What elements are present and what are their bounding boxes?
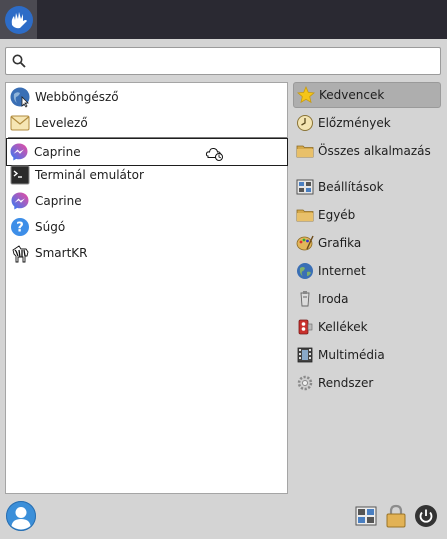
list-item-label: SmartKR xyxy=(35,246,88,260)
help-icon: ? xyxy=(9,216,31,238)
category-internet[interactable]: Internet xyxy=(293,258,441,284)
category-label: Beállítások xyxy=(318,180,384,194)
search-input[interactable] xyxy=(32,51,432,71)
list-item-label: Terminál emulátor xyxy=(35,168,144,182)
category-kedvencek[interactable]: Kedvencek xyxy=(293,82,441,108)
settings-manager-button[interactable] xyxy=(354,504,378,528)
list-item-label: Caprine xyxy=(35,194,82,208)
power-icon xyxy=(415,505,437,527)
category-label: Egyéb xyxy=(318,208,356,222)
lock-icon xyxy=(386,504,406,528)
zebra-icon xyxy=(9,242,31,264)
category-egyeb[interactable]: Egyéb xyxy=(293,202,441,228)
category-label: Multimédia xyxy=(318,348,385,362)
user-avatar[interactable] xyxy=(6,501,36,531)
category-label: Rendszer xyxy=(318,376,374,390)
terminal-icon xyxy=(9,164,31,186)
category-label: Előzmények xyxy=(318,116,391,130)
mail-client-icon xyxy=(9,112,31,134)
xfce-logo-icon xyxy=(4,5,33,34)
list-item-label: Webböngésző xyxy=(35,90,119,104)
list-item-mailclient[interactable]: Levelező xyxy=(8,111,287,135)
caprine-icon xyxy=(9,190,31,212)
list-item-label: Súgó xyxy=(35,220,66,234)
category-multimedia[interactable]: Multimédia xyxy=(293,342,441,368)
settings-icon xyxy=(296,178,314,196)
category-grafika[interactable]: Grafika xyxy=(293,230,441,256)
lock-screen-button[interactable] xyxy=(384,504,408,528)
category-label: Kedvencek xyxy=(319,88,385,102)
system-icon xyxy=(296,374,314,392)
folder-icon xyxy=(296,142,314,160)
category-rendszer[interactable]: Rendszer xyxy=(293,370,441,396)
category-beallitasok[interactable]: Beállítások xyxy=(293,174,441,200)
web-browser-icon xyxy=(9,86,31,108)
user-icon xyxy=(11,507,31,530)
search-bar[interactable] xyxy=(5,47,441,75)
caprine-icon xyxy=(8,141,30,163)
list-item-label: Levelező xyxy=(35,116,88,130)
settings-icon xyxy=(355,506,377,526)
office-icon xyxy=(296,290,314,308)
folder-icon xyxy=(296,206,314,224)
category-elozmenyek[interactable]: Előzmények xyxy=(293,110,441,136)
accessories-icon xyxy=(296,318,314,336)
category-label: Összes alkalmazás xyxy=(318,144,431,158)
top-panel xyxy=(0,0,447,39)
globe-icon xyxy=(296,262,314,280)
category-iroda[interactable]: Iroda xyxy=(293,286,441,312)
list-item-caprine[interactable]: Caprine xyxy=(8,189,287,213)
application-list: Webböngésző Levelező Caprine Terminál em… xyxy=(5,82,288,494)
category-kellekek[interactable]: Kellékek xyxy=(293,314,441,340)
star-icon xyxy=(297,86,315,104)
list-item-terminal[interactable]: Terminál emulátor xyxy=(8,163,287,187)
category-osszes-alkalmazas[interactable]: Összes alkalmazás xyxy=(293,138,441,164)
list-item-label: Caprine xyxy=(34,145,81,159)
graphics-icon xyxy=(296,234,314,252)
category-label: Iroda xyxy=(318,292,349,306)
category-label: Kellékek xyxy=(318,320,368,334)
svg-text:?: ? xyxy=(16,221,24,236)
history-icon xyxy=(296,114,314,132)
xfce-menu-button[interactable] xyxy=(0,0,37,39)
list-item-webbrowser[interactable]: Webböngésző xyxy=(8,85,287,109)
category-label: Internet xyxy=(318,264,366,278)
logout-button[interactable] xyxy=(414,504,438,528)
multimedia-icon xyxy=(296,346,314,364)
search-icon xyxy=(12,54,26,68)
list-item-help[interactable]: ? Súgó xyxy=(8,215,287,239)
list-item-caprine[interactable]: Caprine xyxy=(6,138,288,166)
busy-cursor-icon xyxy=(205,147,223,161)
category-label: Grafika xyxy=(318,236,362,250)
list-item-smartkr[interactable]: SmartKR xyxy=(8,241,287,265)
